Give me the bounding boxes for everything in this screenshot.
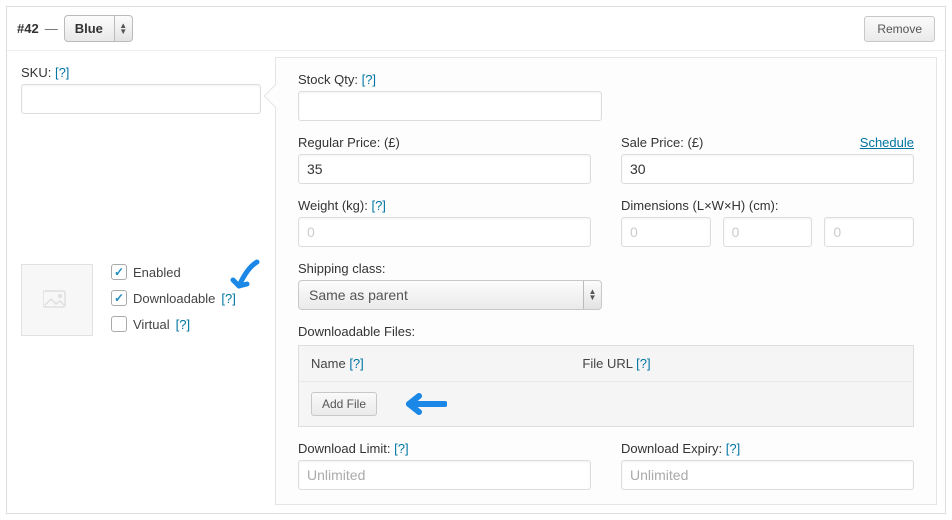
help-icon[interactable]: [?]	[394, 441, 408, 456]
attribute-select[interactable]: Blue	[64, 15, 133, 42]
add-file-button[interactable]: Add File	[311, 392, 377, 416]
virtual-label: Virtual	[133, 317, 170, 332]
image-icon	[43, 289, 71, 311]
dimensions-label: Dimensions (L×W×H) (cm):	[621, 198, 914, 213]
help-icon[interactable]: [?]	[726, 441, 740, 456]
enabled-label: Enabled	[133, 265, 181, 280]
help-icon[interactable]: [?]	[371, 198, 385, 213]
downloadable-files-table: Name [?] File URL [?] Add File	[298, 345, 914, 427]
help-icon[interactable]: [?]	[176, 317, 190, 332]
help-icon[interactable]: [?]	[221, 291, 235, 306]
length-input[interactable]	[621, 217, 711, 247]
variation-panel: #42 — Blue ▲▼ Remove SKU: [?]	[6, 6, 946, 514]
image-placeholder[interactable]	[21, 264, 93, 336]
download-limit-label: Download Limit: [?]	[298, 441, 591, 456]
download-expiry-label: Download Expiry: [?]	[621, 441, 914, 456]
sale-price-input[interactable]	[621, 154, 914, 184]
files-col-url: File URL [?]	[582, 356, 650, 371]
downloadable-files-label: Downloadable Files:	[298, 324, 914, 339]
arrow-annotation-icon	[397, 393, 447, 415]
variation-id: #42	[17, 21, 39, 36]
variation-header: #42 — Blue ▲▼ Remove	[7, 7, 945, 51]
shipping-class-select[interactable]: Same as parent	[298, 280, 602, 310]
download-expiry-input[interactable]	[621, 460, 914, 490]
weight-input[interactable]	[298, 217, 591, 247]
stock-qty-input[interactable]	[298, 91, 602, 121]
enabled-checkbox[interactable]	[111, 264, 127, 280]
regular-price-label: Regular Price: (£)	[298, 135, 591, 150]
help-icon[interactable]: [?]	[636, 356, 650, 371]
downloadable-label: Downloadable	[133, 291, 215, 306]
weight-label: Weight (kg): [?]	[298, 198, 591, 213]
virtual-checkbox[interactable]	[111, 316, 127, 332]
width-input[interactable]	[723, 217, 813, 247]
sku-label: SKU: [?]	[21, 65, 261, 80]
help-icon[interactable]: [?]	[362, 72, 376, 87]
height-input[interactable]	[824, 217, 914, 247]
sale-price-label: Sale Price: (£)	[621, 135, 703, 150]
files-col-name: Name [?]	[311, 356, 582, 371]
sku-input[interactable]	[21, 84, 261, 114]
stock-qty-label: Stock Qty: [?]	[298, 72, 602, 87]
left-column: SKU: [?] Enabled	[7, 51, 275, 513]
right-column: Stock Qty: [?] Regular Price: (£) Sale P…	[275, 57, 937, 505]
regular-price-input[interactable]	[298, 154, 591, 184]
help-icon[interactable]: [?]	[349, 356, 363, 371]
downloadable-checkbox[interactable]	[111, 290, 127, 306]
schedule-link[interactable]: Schedule	[860, 135, 914, 150]
download-limit-input[interactable]	[298, 460, 591, 490]
dash: —	[45, 21, 58, 36]
help-icon[interactable]: [?]	[55, 65, 69, 80]
shipping-class-label: Shipping class:	[298, 261, 602, 276]
remove-button[interactable]: Remove	[864, 16, 935, 42]
